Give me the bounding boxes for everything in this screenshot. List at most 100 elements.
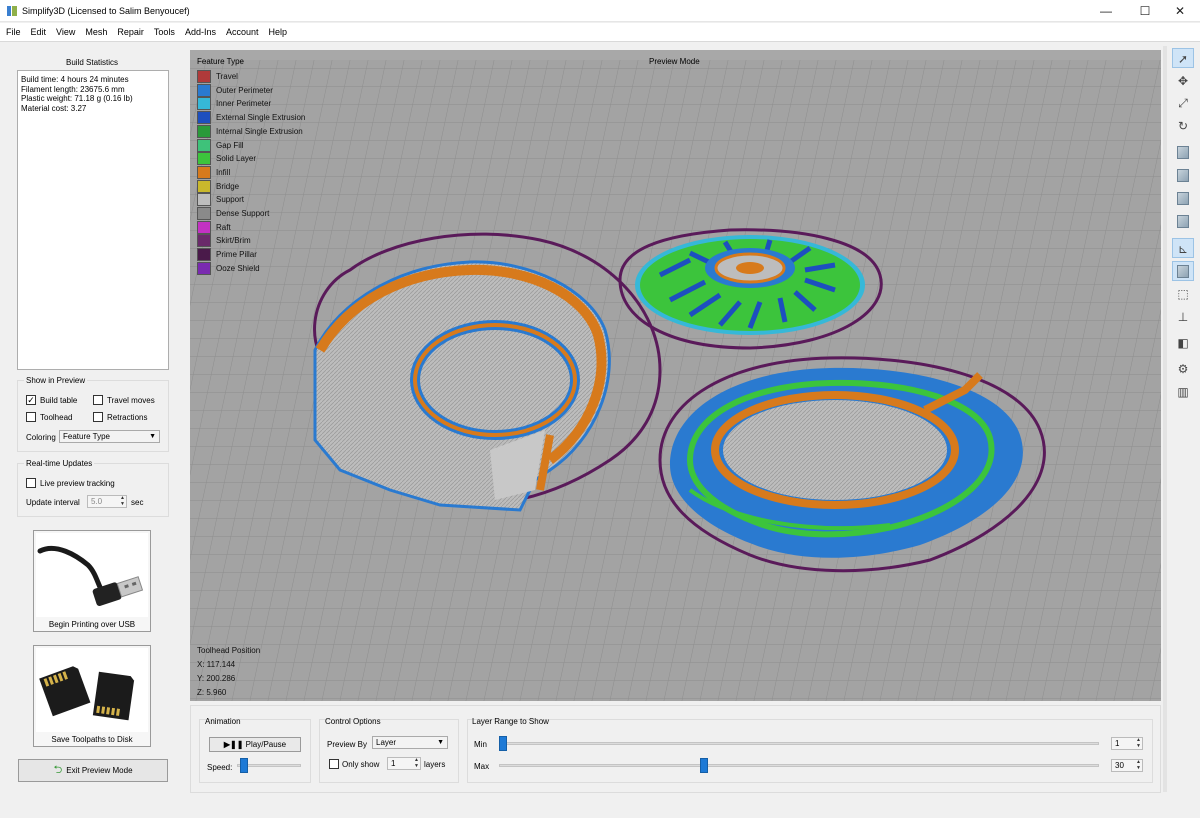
legend-swatch bbox=[197, 124, 211, 138]
legend-swatch bbox=[197, 193, 211, 207]
view-side-cube-icon[interactable] bbox=[1172, 189, 1194, 209]
update-interval-unit: sec bbox=[131, 498, 144, 507]
maximize-button[interactable]: ☐ bbox=[1125, 0, 1165, 22]
control-options-title: Control Options bbox=[325, 717, 381, 726]
preview-by-select[interactable]: Layer ▼ bbox=[372, 736, 448, 749]
play-pause-button[interactable]: ▶❚❚ Play/Pause bbox=[209, 737, 301, 752]
view-top-cube-icon[interactable] bbox=[1172, 143, 1194, 163]
stat-material-cost: Material cost: 3.27 bbox=[21, 103, 87, 113]
layers-label: layers bbox=[424, 760, 446, 769]
chevron-down-icon: ▼ bbox=[149, 433, 156, 440]
max-slider-track[interactable] bbox=[499, 764, 1099, 767]
menu-add-ins[interactable]: Add-Ins bbox=[180, 23, 221, 41]
animation-title: Animation bbox=[205, 717, 241, 726]
view-front-cube-icon[interactable] bbox=[1172, 166, 1194, 186]
stat-plastic-weight: Plastic weight: 71.18 g (0.16 lb) bbox=[21, 94, 133, 103]
live-preview-tracking-checkbox[interactable] bbox=[26, 478, 36, 488]
preview-viewport[interactable]: Feature Type Preview Mode Travel Outer P… bbox=[190, 50, 1161, 701]
only-show-layers-input[interactable]: 1 ▲ ▼ bbox=[387, 757, 421, 770]
build-statistics-box: Build time: 4 hours 24 minutes Filament … bbox=[17, 70, 169, 370]
speed-label: Speed: bbox=[207, 763, 233, 772]
realtime-updates-title: Real-time Updates bbox=[24, 459, 95, 468]
scale-icon[interactable]: ⤢ bbox=[1172, 93, 1194, 113]
move-icon[interactable]: ✥ bbox=[1172, 71, 1194, 91]
build-table-label: Build table bbox=[40, 396, 78, 405]
app-logo-icon bbox=[7, 6, 17, 16]
select-pointer-icon[interactable]: ➚ bbox=[1172, 48, 1194, 68]
layer-range-title: Layer Range to Show bbox=[472, 717, 549, 726]
only-show-value: 1 bbox=[391, 759, 396, 768]
update-interval-value: 5.0 bbox=[91, 497, 103, 506]
shading-icon[interactable]: ◧ bbox=[1172, 333, 1194, 353]
legend-swatch bbox=[197, 83, 211, 97]
preview-mode-label: Preview Mode bbox=[649, 57, 700, 66]
bottom-control-panel: Animation ▶❚❚ Play/Pause Speed: Control … bbox=[190, 705, 1161, 793]
spin-arrows-icon: ▲ ▼ bbox=[1136, 737, 1141, 749]
legend-title: Feature Type bbox=[197, 57, 244, 66]
max-slider-thumb[interactable] bbox=[700, 758, 709, 773]
min-slider-track[interactable] bbox=[499, 742, 1099, 745]
travel-moves-checkbox[interactable] bbox=[93, 395, 103, 405]
back-arrow-icon: ⮌ bbox=[53, 764, 63, 776]
control-options-group bbox=[319, 719, 459, 783]
max-label: Max bbox=[474, 762, 490, 771]
cross-section-icon[interactable]: ⊥ bbox=[1172, 307, 1194, 327]
build-statistics-title: Build Statistics bbox=[66, 58, 119, 67]
legend-swatch bbox=[197, 261, 211, 275]
legend-swatch bbox=[197, 179, 211, 193]
min-layer-input[interactable]: 1 ▲ ▼ bbox=[1111, 737, 1143, 750]
menu-mesh[interactable]: Mesh bbox=[80, 23, 112, 41]
title-bar: Simplify3D (Licensed to Salim Benyoucef)… bbox=[0, 0, 1200, 22]
legend-swatch bbox=[197, 207, 211, 220]
coloring-value: Feature Type bbox=[63, 432, 110, 441]
save-toolpaths-disk-button[interactable]: Save Toolpaths to Disk bbox=[33, 645, 151, 747]
close-button[interactable]: ✕ bbox=[1160, 0, 1200, 22]
min-slider-thumb[interactable] bbox=[499, 736, 507, 751]
spin-arrows-icon: ▲ ▼ bbox=[1136, 759, 1141, 771]
max-layer-value: 30 bbox=[1115, 761, 1124, 770]
preview-by-value: Layer bbox=[376, 738, 397, 747]
spin-arrows-icon: ▲ ▼ bbox=[120, 495, 125, 507]
toolhead-checkbox[interactable] bbox=[26, 412, 36, 422]
axes-icon[interactable]: ⊾ bbox=[1172, 238, 1194, 258]
settings-gear-icon[interactable]: ⚙ bbox=[1172, 359, 1194, 379]
disk-button-label: Save Toolpaths to Disk bbox=[51, 735, 133, 744]
max-layer-input[interactable]: 30 ▲ ▼ bbox=[1111, 759, 1143, 772]
spin-arrows-icon: ▲ ▼ bbox=[414, 757, 419, 769]
sd-card-icon bbox=[36, 648, 148, 732]
viewport-scrollbar[interactable] bbox=[1163, 46, 1167, 792]
view-iso-cube-icon[interactable] bbox=[1172, 212, 1194, 232]
build-volume-icon[interactable]: ▥ bbox=[1172, 382, 1194, 402]
exit-button-label: Exit Preview Mode bbox=[66, 766, 133, 775]
realtime-updates-group bbox=[17, 463, 169, 517]
legend-swatch bbox=[197, 97, 211, 111]
right-toolbar: ➚ ✥ ⤢ ↻ ⊾ ⬚ ⊥ ◧ ⚙ ▥ bbox=[1170, 46, 1196, 406]
update-interval-label: Update interval bbox=[26, 498, 80, 507]
usb-button-label: Begin Printing over USB bbox=[48, 620, 136, 629]
solid-view-cube-icon[interactable] bbox=[1172, 261, 1194, 281]
menu-account[interactable]: Account bbox=[221, 23, 264, 41]
only-show-label: Only show bbox=[342, 760, 380, 769]
begin-printing-usb-button[interactable]: Begin Printing over USB bbox=[33, 530, 151, 632]
coloring-select[interactable]: Feature Type ▼ bbox=[59, 430, 160, 443]
divider bbox=[0, 41, 1200, 42]
wireframe-cube-icon[interactable]: ⬚ bbox=[1172, 284, 1194, 304]
menu-edit[interactable]: Edit bbox=[26, 23, 52, 41]
menu-help[interactable]: Help bbox=[264, 23, 293, 41]
exit-preview-mode-button[interactable]: ⮌ Exit Preview Mode bbox=[18, 759, 168, 782]
only-show-checkbox[interactable] bbox=[329, 759, 339, 769]
menu-repair[interactable]: Repair bbox=[112, 23, 149, 41]
menu-file[interactable]: File bbox=[0, 23, 26, 41]
travel-moves-label: Travel moves bbox=[107, 396, 155, 405]
menu-view[interactable]: View bbox=[51, 23, 80, 41]
coloring-label: Coloring bbox=[26, 433, 56, 442]
stat-build-time: Build time: 4 hours 24 minutes bbox=[21, 75, 129, 84]
minimize-button[interactable]: — bbox=[1086, 0, 1126, 22]
build-table-checkbox[interactable]: ✓ bbox=[26, 395, 36, 405]
menu-tools[interactable]: Tools bbox=[149, 23, 180, 41]
rotate-icon[interactable]: ↻ bbox=[1172, 116, 1194, 136]
update-interval-input[interactable]: 5.0 ▲ ▼ bbox=[87, 495, 127, 508]
speed-slider-thumb[interactable] bbox=[239, 758, 248, 773]
retractions-checkbox[interactable] bbox=[93, 412, 103, 422]
legend-swatch bbox=[197, 138, 211, 152]
